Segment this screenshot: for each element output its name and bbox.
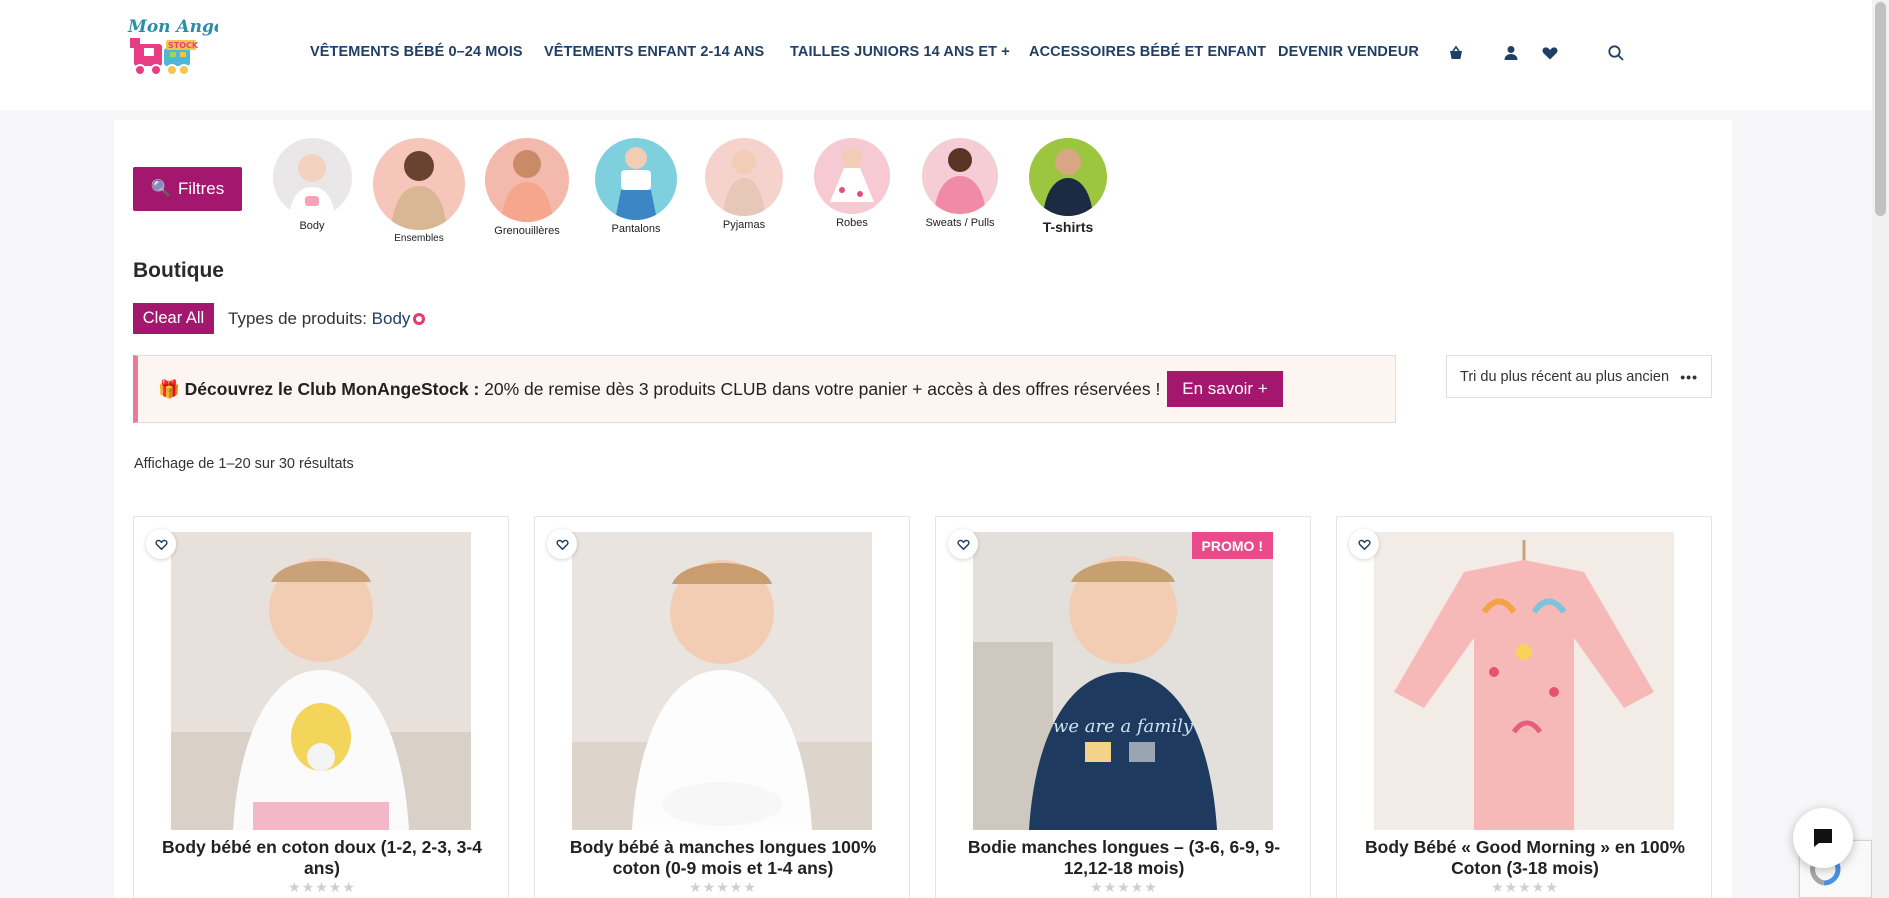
scrollbar-thumb[interactable]: [1875, 2, 1886, 216]
category-body-label: Body: [299, 220, 325, 232]
active-filter-value[interactable]: Body: [372, 309, 411, 328]
category-sweats-pulls-label: Sweats / Pulls: [925, 217, 995, 229]
category-pyjamas-image: [705, 138, 783, 216]
club-banner-text: 🎁 Découvrez le Club MonAngeStock : 20% d…: [158, 379, 1160, 400]
rating-stars: ★★★★★: [689, 879, 757, 895]
product-image[interactable]: [572, 532, 872, 830]
svg-text:we are a family: we are a family: [1053, 716, 1194, 737]
rating-stars: ★★★★★: [1491, 879, 1559, 895]
category-sweats-pulls[interactable]: Sweats / Pulls: [910, 138, 1010, 229]
product-title[interactable]: Body Bébé « Good Morning » en 100% Coton…: [1351, 837, 1699, 879]
result-count: Affichage de 1–20 sur 30 résultats: [134, 456, 354, 472]
clear-all-button[interactable]: Clear All: [133, 303, 214, 334]
rating-stars: ★★★★★: [288, 879, 356, 895]
sort-dropdown[interactable]: Tri du plus récent au plus ancien •••: [1446, 355, 1712, 398]
basket-icon[interactable]: [1447, 44, 1465, 62]
category-t-shirts-label: T-shirts: [1042, 219, 1094, 235]
category-ensembles[interactable]: Ensembles: [369, 138, 469, 244]
site-header: Mon Ange STOCK VÊTEMENTS BÉBÉ 0–24 MOIS …: [0, 0, 1872, 110]
product-card[interactable]: Body bébé en coton doux (1-2, 2-3, 3-4 a…: [133, 516, 509, 898]
category-grenouilleres-label: Grenouillères: [494, 225, 560, 237]
category-ensembles-label: Ensembles: [394, 233, 444, 244]
category-robes-label: Robes: [836, 217, 868, 229]
product-image[interactable]: [1374, 532, 1674, 830]
product-title[interactable]: Bodie manches longues – (3-6, 6-9, 9-12,…: [950, 837, 1298, 879]
category-t-shirts[interactable]: T-shirts: [1018, 138, 1118, 235]
nav-item-devenir-vendeur[interactable]: DEVENIR VENDEUR: [1278, 44, 1419, 60]
chat-button[interactable]: [1793, 808, 1853, 868]
category-pyjamas-label: Pyjamas: [722, 219, 766, 231]
page-title: Boutique: [133, 259, 224, 282]
product-image[interactable]: we are a family: [973, 532, 1273, 830]
search-icon[interactable]: [1607, 44, 1625, 62]
category-pantalons-image: [595, 138, 677, 220]
gift-icon: 🎁: [158, 379, 180, 399]
category-pyjamas[interactable]: Pyjamas: [694, 138, 794, 231]
category-t-shirts-image: [1029, 138, 1107, 216]
rating-stars: ★★★★★: [1090, 879, 1158, 895]
product-image[interactable]: [171, 532, 471, 830]
filters-button-label: Filtres: [177, 179, 225, 198]
page-scrollbar[interactable]: [1872, 0, 1889, 898]
nav-item-accessoires[interactable]: ACCESSOIRES BÉBÉ ET ENFANT: [1029, 44, 1266, 60]
nav-item-vetements-enfant[interactable]: VÊTEMENTS ENFANT 2-14 ANS: [544, 44, 764, 60]
sort-selected-label: Tri du plus récent au plus ancien: [1460, 368, 1670, 385]
club-banner-description: 20% de remise dès 3 produits CLUB dans v…: [479, 379, 1161, 399]
category-grenouilleres[interactable]: Grenouillères: [477, 138, 577, 237]
product-title[interactable]: Body bébé à manches longues 100% coton (…: [549, 837, 897, 879]
category-body[interactable]: Body: [262, 138, 362, 232]
category-sweats-pulls-image: [922, 138, 998, 214]
product-card[interactable]: PROMO ! we are a family Bodie manches lo…: [935, 516, 1311, 898]
heart-icon[interactable]: [1541, 44, 1559, 62]
more-icon: •••: [1680, 369, 1698, 385]
wishlist-heart-icon[interactable]: [146, 529, 176, 559]
club-banner-title: Découvrez le Club MonAngeStock :: [184, 379, 480, 399]
category-robes[interactable]: Robes: [802, 138, 902, 229]
club-banner: 🎁 Découvrez le Club MonAngeStock : 20% d…: [133, 355, 1396, 423]
nav-item-vetements-bebe[interactable]: VÊTEMENTS BÉBÉ 0–24 MOIS: [310, 44, 523, 60]
active-filter: Types de produits: Body: [228, 309, 426, 329]
category-pantalons-label: Pantalons: [611, 223, 661, 235]
category-ensembles-image: [373, 138, 465, 230]
nav-item-tailles-juniors[interactable]: TAILLES JUNIORS 14 ANS ET +: [790, 44, 1010, 60]
wishlist-heart-icon[interactable]: [1349, 529, 1379, 559]
club-learn-more-button[interactable]: En savoir +: [1167, 371, 1283, 407]
filters-button[interactable]: 🔍 Filtres: [133, 167, 242, 211]
wishlist-heart-icon[interactable]: [948, 529, 978, 559]
product-card[interactable]: Body bébé à manches longues 100% coton (…: [534, 516, 910, 898]
active-filter-type-label: Types de produits:: [228, 309, 367, 328]
remove-filter-icon[interactable]: [413, 313, 426, 325]
wishlist-heart-icon[interactable]: [547, 529, 577, 559]
site-logo[interactable]: Mon Ange STOCK: [126, 14, 225, 86]
svg-text:Mon Ange: Mon Ange: [127, 17, 218, 37]
category-pantalons[interactable]: Pantalons: [586, 138, 686, 235]
category-body-image: [272, 138, 352, 217]
category-robes-image: [814, 138, 890, 214]
user-icon[interactable]: [1502, 44, 1520, 62]
chat-icon: [1814, 829, 1832, 847]
product-title[interactable]: Body bébé en coton doux (1-2, 2-3, 3-4 a…: [148, 837, 496, 879]
product-card[interactable]: Body Bébé « Good Morning » en 100% Coton…: [1336, 516, 1712, 898]
promo-badge: PROMO !: [1191, 532, 1273, 559]
svg-text:STOCK: STOCK: [168, 41, 199, 50]
category-grenouilleres-image: [485, 138, 569, 222]
filter-search-icon: 🔍: [150, 179, 172, 198]
